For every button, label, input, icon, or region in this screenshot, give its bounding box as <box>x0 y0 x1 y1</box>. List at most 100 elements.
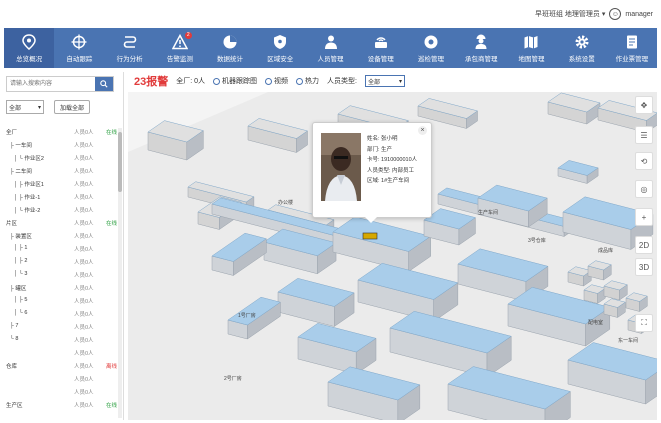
area-filter-select[interactable]: 全部 ▾ <box>6 100 44 114</box>
username[interactable]: manager <box>625 11 653 18</box>
person-info-line: 卡号: 1910000010人 <box>367 157 418 163</box>
popup-pointer <box>365 217 377 223</box>
nav-item-11[interactable]: 系统设置 <box>557 28 607 68</box>
person-info-lines: 姓名: 张小明 部门: 生产 卡号: 1910000010人 人员类型: 内部员工 区域… <box>367 134 429 187</box>
tree-row[interactable]: ├ 一车间 人员0人 <box>4 141 122 151</box>
heat-toggle[interactable]: 热力 <box>296 76 319 86</box>
tree-row[interactable]: │ ├ 作业-1 人员0人 <box>4 193 122 203</box>
tree-row-count: 人员0人 <box>74 351 94 357</box>
tree-row[interactable]: └ 8 人员0人 <box>4 336 122 346</box>
tree-row[interactable]: │ ├ 作业区1 人员0人 <box>4 180 122 190</box>
chevron-down-icon: ▾ <box>398 78 402 85</box>
worker-icon <box>473 34 489 50</box>
person-marker <box>362 232 378 240</box>
tree-row-name: │ ├ 作业区1 <box>14 182 44 188</box>
tree-row[interactable]: ├ 装置区 人员0人 <box>4 232 122 242</box>
alert-count-badge: 2 <box>184 32 192 39</box>
tree-row-name: └ 8 <box>10 336 19 342</box>
locate-icon[interactable]: ◎ <box>635 180 653 198</box>
shield-icon <box>272 34 288 50</box>
patrol-icon <box>423 34 439 50</box>
tree-row[interactable]: ├ 7 人员0人 <box>4 323 122 333</box>
nav-item-4[interactable]: 数据统计 <box>205 28 255 68</box>
tree-row[interactable]: │ └ 3 人员0人 <box>4 271 122 281</box>
video-toggle[interactable]: 视频 <box>265 76 288 86</box>
nav-item-7[interactable]: 设备管理 <box>356 28 406 68</box>
avatar-icon[interactable]: ☺ <box>609 8 622 20</box>
tree-row[interactable]: 人员0人 <box>4 375 122 385</box>
tree-row-count: 人员0人 <box>74 169 94 175</box>
nav-item-0[interactable]: 总览概况 <box>4 28 55 68</box>
track-toggle-label: 机器跟踪图 <box>222 78 258 85</box>
compass-icon[interactable]: ✥ <box>635 96 653 114</box>
tree-row-name: 仓库 <box>6 364 18 370</box>
person-info-line: 姓名: 张小明 <box>367 136 398 142</box>
map-label: 3号仓库 <box>528 237 546 244</box>
tree-row-count: 人员0人 <box>74 403 94 409</box>
nav-item-12[interactable]: 作业票管理 <box>607 28 657 68</box>
tree-row-name: │ ├ 1 <box>14 245 28 251</box>
tree-row-status: 在线 <box>106 130 118 136</box>
tree-row[interactable]: │ ├ 1 人员0人 <box>4 245 122 255</box>
tree-row[interactable]: 人员0人 <box>4 349 122 359</box>
nav-item-1[interactable]: 自动跟踪 <box>54 28 104 68</box>
search-input[interactable] <box>7 77 95 91</box>
tree-row[interactable]: 生产区 人员0人 在线 <box>4 401 122 411</box>
heat-toggle-label: 热力 <box>305 78 320 85</box>
sidebar: 全部 ▾ 加载全部 全厂人员0人在线├ 一车间人员0人│ └ 作业区2人员0人├… <box>4 72 124 420</box>
tree-row[interactable]: ├ 罐区 人员0人 <box>4 284 122 294</box>
tree-row-count: 人员0人 <box>74 273 94 279</box>
tree-row[interactable]: │ ├ 5 人员0人 <box>4 297 122 307</box>
tree-row[interactable]: 人员0人 <box>4 388 122 398</box>
nav-item-9[interactable]: 承包商管理 <box>456 28 506 68</box>
tree-row-count: 人员0人 <box>74 156 94 162</box>
nav-item-label: 承包商管理 <box>464 55 498 63</box>
view-2d-icon[interactable]: 2D <box>635 236 653 254</box>
tree-row[interactable]: │ ├ 2 人员0人 <box>4 258 122 268</box>
tree-row-count: 人员0人 <box>74 143 94 149</box>
tree-row-count: 人员0人 <box>74 260 94 266</box>
tree-row-count: 人员0人 <box>74 221 94 227</box>
nav-item-label: 人员管理 <box>317 55 344 63</box>
tree-row-name: ├ 罐区 <box>10 286 27 292</box>
user-role-text[interactable]: 早班班组 地理管理员 ▾ <box>535 9 605 19</box>
fullscreen-icon[interactable]: ⛶ <box>635 314 653 332</box>
person-info-popup: × 姓名: 张小明 部门: 生产 卡号: 1910000010人 人员类型: 内部员工… <box>312 122 432 223</box>
tree-row-name: 全厂 <box>6 130 18 136</box>
nav-item-6[interactable]: 人员管理 <box>305 28 355 68</box>
tree-row[interactable]: │ └ 作业区2 人员0人 <box>4 154 122 164</box>
nav-item-10[interactable]: 地图管理 <box>506 28 556 68</box>
layers-icon[interactable]: ☰ <box>635 126 653 144</box>
area-tree: 全厂 人员0人 在线 ├ 一车间 人员0人 │ └ 作业区2 人员0人 ├ 二车间 人员0人 │ … <box>4 128 122 420</box>
view-3d-icon[interactable]: 3D <box>635 258 653 276</box>
reset-icon[interactable]: ⟲ <box>635 152 653 170</box>
tree-row-count: 人员0人 <box>74 208 94 214</box>
alarm-count[interactable]: 23报警 <box>134 73 168 89</box>
search-button[interactable] <box>95 77 113 91</box>
load-all-button[interactable]: 加载全部 <box>54 100 90 114</box>
person-type-select[interactable]: 全部 ▾ <box>365 75 405 87</box>
tree-row[interactable]: │ └ 6 人员0人 <box>4 310 122 320</box>
filter-row: 全部 ▾ 加载全部 <box>6 100 90 114</box>
tree-row[interactable]: 全厂 人员0人 在线 <box>4 128 122 138</box>
nav-item-8[interactable]: 巡检管理 <box>406 28 456 68</box>
zoom-in-icon[interactable]: + <box>635 208 653 226</box>
person-info-line: 部门: 生产 <box>367 146 393 153</box>
track-toggle[interactable]: 机器跟踪图 <box>213 76 257 86</box>
nav-item-2[interactable]: 行为分析 <box>104 28 154 68</box>
nav-item-label: 数据统计 <box>217 55 244 63</box>
scrollbar-thumb[interactable] <box>118 132 122 192</box>
tree-row[interactable]: │ └ 作业-2 人员0人 <box>4 206 122 216</box>
tree-row[interactable]: ├ 二车间 人员0人 <box>4 167 122 177</box>
top-bar: 早班班组 地理管理员 ▾ ☺ manager <box>0 0 661 28</box>
tree-row-name: ├ 一车间 <box>10 143 32 149</box>
tree-row-name: │ └ 作业-2 <box>14 208 41 214</box>
tree-row-count: 人员0人 <box>74 299 94 305</box>
nav-item-3[interactable]: 告警监测 2 <box>155 28 205 68</box>
tree-row[interactable]: 仓库 人员0人 离线 <box>4 362 122 372</box>
user-menu[interactable]: 早班班组 地理管理员 ▾ ☺ manager <box>535 8 653 20</box>
map-toolbar: 23报警 全厂: 0人 机器跟踪图 视频 热力 人员类型: 全部 ▾ <box>130 72 657 90</box>
nav-item-5[interactable]: 区域安全 <box>255 28 305 68</box>
tree-row[interactable]: 片区 人员0人 在线 <box>4 219 122 229</box>
person-type-value: 全部 <box>368 79 381 86</box>
